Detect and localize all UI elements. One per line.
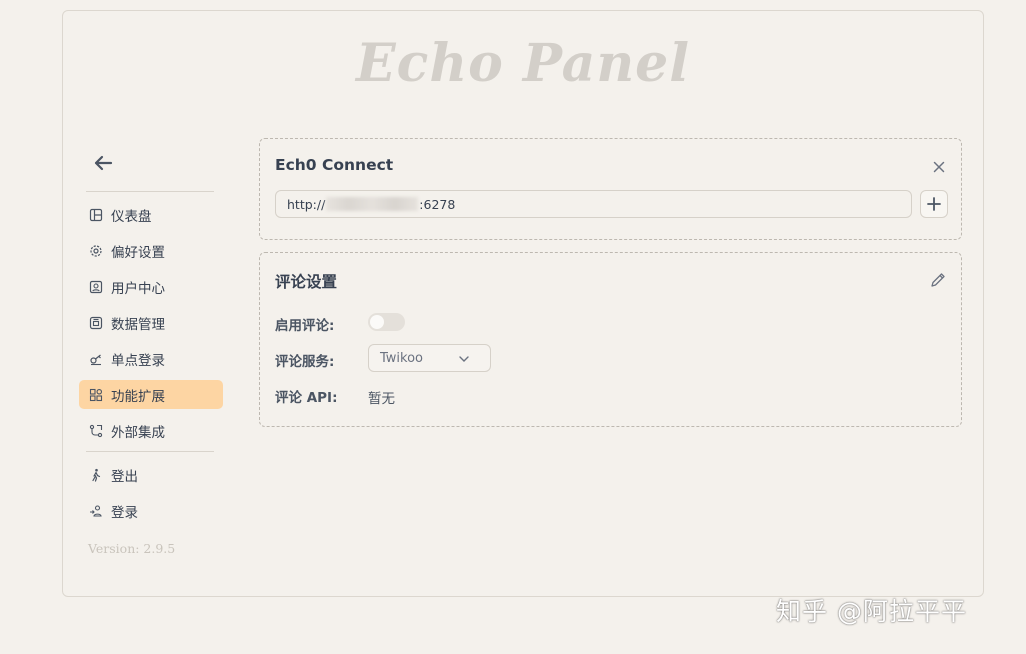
sidebar-item-sso[interactable]: 单点登录 — [79, 344, 223, 373]
comment-service-label: 评论服务: — [275, 354, 335, 370]
plus-icon — [927, 197, 941, 211]
sidebar-item-label: 单点登录 — [111, 352, 165, 369]
connect-card: Ech0 Connect http:// :6278 — [259, 138, 962, 240]
echo-panel: Echo Panel 仪表盘 偏好设置 用户中心 数据管理 单点登录 功能扩展 … — [62, 10, 984, 597]
sidebar-item-integrations[interactable]: 外部集成 — [79, 416, 223, 445]
key-icon — [89, 352, 103, 366]
sidebar-item-label: 数据管理 — [111, 316, 165, 333]
sidebar-divider — [86, 191, 214, 192]
sidebar-item-login[interactable]: 登录 — [79, 496, 223, 525]
selected-service: Twikoo — [380, 350, 424, 366]
extension-icon — [89, 388, 103, 402]
sidebar-item-logout[interactable]: 登出 — [79, 460, 223, 489]
sidebar-item-label: 仪表盘 — [111, 208, 152, 225]
version-label: Version: 2.9.5 — [88, 541, 176, 556]
sidebar-item-extensions[interactable]: 功能扩展 — [79, 380, 223, 409]
add-connect-button[interactable] — [920, 190, 948, 218]
connect-card-title: Ech0 Connect — [275, 156, 394, 174]
close-icon[interactable] — [930, 158, 948, 176]
connect-url-input[interactable]: http:// :6278 — [275, 190, 912, 218]
chevron-down-icon — [459, 356, 469, 362]
sidebar-item-label: 登录 — [111, 504, 138, 521]
comment-settings-title: 评论设置 — [275, 273, 338, 291]
sidebar-item-dashboard[interactable]: 仪表盘 — [79, 200, 223, 229]
enable-comments-label: 启用评论: — [275, 318, 335, 334]
sidebar-item-label: 外部集成 — [111, 424, 165, 441]
sidebar-item-data-management[interactable]: 数据管理 — [79, 308, 223, 337]
edit-pencil-icon[interactable] — [929, 271, 947, 289]
integration-icon — [89, 424, 103, 438]
sidebar-item-preferences[interactable]: 偏好设置 — [79, 236, 223, 265]
sidebar-item-user-center[interactable]: 用户中心 — [79, 272, 223, 301]
back-arrow-icon[interactable] — [91, 151, 115, 175]
sidebar-item-label: 功能扩展 — [111, 388, 165, 405]
comment-settings-card: 评论设置 启用评论: 评论服务: Twikoo 评论 API: 暂无 — [259, 252, 962, 427]
panel-title: Echo Panel — [356, 33, 690, 94]
gear-icon — [89, 244, 103, 258]
sidebar-item-label: 登出 — [111, 468, 138, 485]
url-prefix: http:// — [287, 196, 326, 212]
watermark: 知乎 @阿拉平平 — [776, 597, 967, 626]
login-icon — [89, 504, 103, 518]
walk-icon — [89, 468, 103, 482]
url-port: :6278 — [419, 196, 456, 212]
sidebar-divider — [86, 451, 214, 452]
database-icon — [89, 316, 103, 330]
redacted-host — [326, 197, 419, 211]
sidebar-item-label: 用户中心 — [111, 280, 165, 297]
comment-api-label: 评论 API: — [275, 390, 338, 406]
enable-comments-toggle[interactable] — [368, 313, 405, 331]
comment-service-select[interactable]: Twikoo — [368, 344, 491, 372]
user-icon — [89, 280, 103, 294]
comment-api-value: 暂无 — [368, 391, 395, 407]
sidebar-item-label: 偏好设置 — [111, 244, 165, 261]
dashboard-icon — [89, 208, 103, 222]
